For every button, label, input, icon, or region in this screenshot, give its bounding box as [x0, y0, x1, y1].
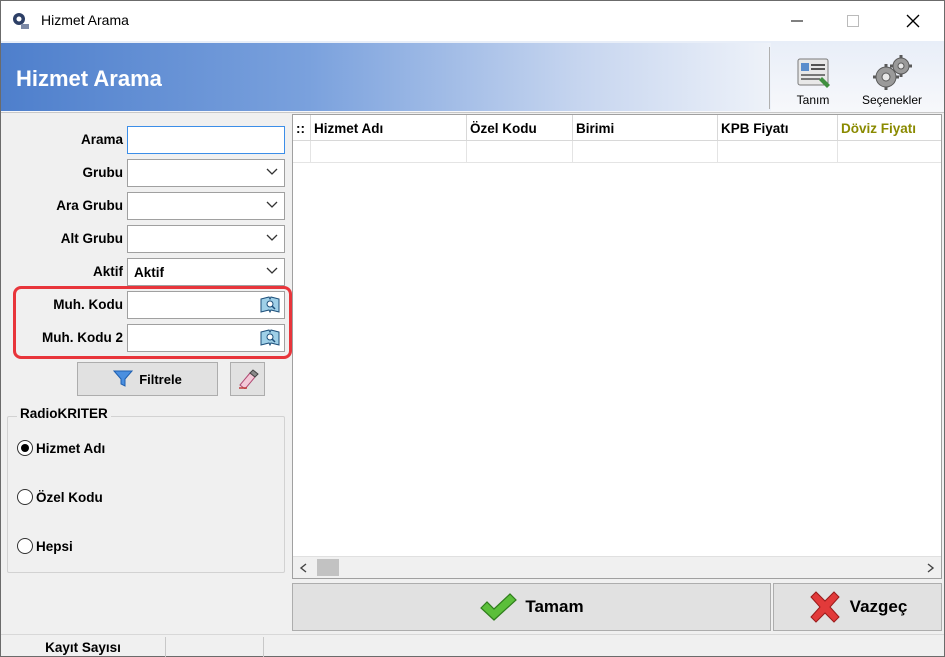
aktif-value: Aktif	[134, 265, 164, 280]
close-button[interactable]	[890, 1, 936, 41]
toolbar-separator	[769, 47, 770, 109]
table-row[interactable]	[293, 141, 941, 163]
column-header-doviz-fiyati[interactable]: Döviz Fiyatı	[838, 115, 941, 141]
eraser-icon	[238, 369, 259, 389]
definition-card-icon	[797, 58, 830, 88]
radio-unchecked-icon	[17, 489, 33, 505]
kayit-sayisi-label: Kayıt Sayısı	[1, 637, 166, 657]
gears-icon	[873, 55, 912, 90]
alt-grubu-row: Alt Grubu	[1, 225, 291, 253]
radio-hizmet-adi[interactable]: Hizmet Adı	[17, 440, 105, 456]
vazgec-button[interactable]: Vazgeç	[773, 583, 942, 631]
column-header-birimi[interactable]: Birimi	[573, 115, 718, 141]
grubu-select[interactable]	[127, 159, 285, 187]
scroll-left-icon[interactable]	[299, 563, 307, 573]
title-bar: Hizmet Arama	[1, 1, 944, 41]
ara-grubu-select[interactable]	[127, 192, 285, 220]
status-empty-cell	[264, 637, 944, 657]
cancel-x-icon	[809, 591, 840, 623]
maximize-button[interactable]	[830, 1, 876, 41]
kayit-sayisi-value	[166, 637, 264, 657]
page-title: Hizmet Arama	[16, 66, 162, 91]
row-indicator-header: ::	[293, 115, 311, 141]
minimize-button[interactable]	[774, 1, 820, 41]
grubu-label: Grubu	[82, 165, 124, 180]
funnel-icon	[113, 370, 134, 387]
arama-row: Arama	[1, 126, 291, 154]
radio-hizmet-adi-label: Hizmet Adı	[36, 440, 106, 456]
table-cell[interactable]	[467, 141, 573, 163]
filter-panel: Arama Grubu Ara Grubu Alt Grubu Aktif Ak…	[1, 114, 292, 632]
ara-grubu-label: Ara Grubu	[56, 198, 123, 213]
aktif-select[interactable]: Aktif	[127, 258, 285, 286]
status-bar: Kayıt Sayısı	[1, 634, 944, 657]
row-indicator-cell	[293, 141, 311, 163]
chevron-down-icon	[266, 267, 278, 274]
secenekler-button[interactable]: Seçenekler	[853, 45, 931, 111]
close-icon	[906, 14, 920, 28]
table-cell[interactable]	[311, 141, 467, 163]
header: Hizmet Arama Tanım Seçenekler	[1, 41, 944, 113]
filtrele-label: Filtrele	[139, 371, 182, 387]
ara-grubu-row: Ara Grubu	[1, 192, 291, 220]
alt-grubu-select[interactable]	[127, 225, 285, 253]
tanim-label: Tanım	[796, 93, 830, 107]
radio-ozel-kodu-label: Özel Kodu	[36, 489, 103, 505]
chevron-down-icon	[266, 234, 278, 241]
aktif-row: Aktif Aktif	[1, 258, 291, 286]
chevron-down-icon	[266, 168, 278, 175]
vazgec-label: Vazgeç	[849, 597, 908, 616]
scroll-right-icon[interactable]	[927, 563, 935, 573]
arama-label: Arama	[80, 132, 123, 147]
horizontal-scrollbar[interactable]	[293, 556, 941, 578]
highlight-annotation	[13, 286, 292, 359]
results-grid[interactable]: :: Hizmet Adı Özel Kodu Birimi KPB Fiyat…	[292, 114, 942, 579]
column-header-ozel-kodu[interactable]: Özel Kodu	[467, 115, 573, 141]
header-band: Hizmet Arama	[1, 43, 771, 111]
maximize-icon	[847, 15, 859, 27]
minimize-icon	[791, 20, 803, 22]
grubu-row: Grubu	[1, 159, 291, 187]
chevron-down-icon	[266, 201, 278, 208]
column-header-hizmet-adi[interactable]: Hizmet Adı	[311, 115, 467, 141]
column-header-kpb-fiyati[interactable]: KPB Fiyatı	[718, 115, 838, 141]
radio-hepsi[interactable]: Hepsi	[17, 538, 73, 554]
radio-checked-icon	[17, 440, 33, 456]
grid-header: :: Hizmet Adı Özel Kodu Birimi KPB Fiyat…	[293, 115, 941, 141]
tanim-button[interactable]: Tanım	[773, 45, 853, 111]
radio-ozel-kodu[interactable]: Özel Kodu	[17, 489, 103, 505]
aktif-label: Aktif	[93, 264, 123, 279]
secenekler-label: Seçenekler	[861, 93, 923, 107]
alt-grubu-label: Alt Grubu	[60, 231, 123, 246]
app-icon	[13, 13, 29, 29]
app-window: Hizmet Arama Hizmet Arama Tanım Seçenekl…	[0, 0, 945, 657]
checkmark-icon	[480, 593, 518, 621]
radio-group-legend: RadioKRITER	[17, 406, 111, 421]
scrollbar-thumb[interactable]	[317, 559, 339, 576]
window-title: Hizmet Arama	[41, 12, 129, 28]
filtrele-button[interactable]: Filtrele	[77, 362, 218, 396]
table-cell[interactable]	[838, 141, 941, 163]
table-cell[interactable]	[718, 141, 838, 163]
tamam-button[interactable]: Tamam	[292, 583, 771, 631]
radio-hepsi-label: Hepsi	[36, 538, 73, 554]
clear-filter-button[interactable]	[230, 362, 265, 396]
tamam-label: Tamam	[525, 597, 584, 616]
table-cell[interactable]	[573, 141, 718, 163]
arama-input[interactable]	[127, 126, 285, 154]
radio-unchecked-icon	[17, 538, 33, 554]
